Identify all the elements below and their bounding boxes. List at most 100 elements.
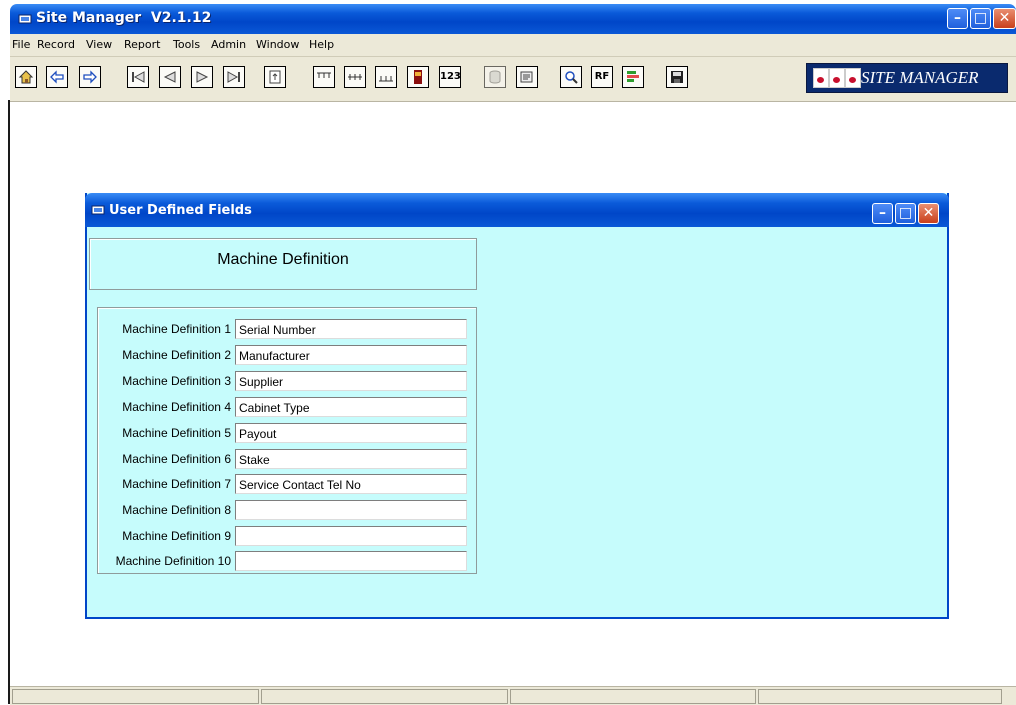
- app-title: Site Manager V2.1.12: [36, 10, 212, 26]
- app-title-bar[interactable]: Site Manager V2.1.12 – □ ✕: [10, 4, 1016, 34]
- menu-report[interactable]: Report: [124, 38, 160, 51]
- home-icon: [18, 70, 34, 84]
- forward-button[interactable]: [79, 66, 101, 88]
- save-icon: [671, 71, 683, 83]
- layout-top-icon: [317, 72, 331, 78]
- field-row: Machine Definition 4 Cabinet Type: [98, 397, 476, 417]
- home-button[interactable]: [15, 66, 37, 88]
- cabinet-button[interactable]: [407, 66, 429, 88]
- next-record-button[interactable]: [191, 66, 213, 88]
- first-record-button[interactable]: [127, 66, 149, 88]
- field-row: Machine Definition 2 Manufacturer: [98, 345, 476, 365]
- maximize-button[interactable]: □: [970, 8, 991, 29]
- field-label: Machine Definition 6: [122, 452, 231, 466]
- last-record-icon: [227, 71, 240, 83]
- status-panel: [758, 689, 1002, 704]
- machine-definition-5-input[interactable]: Payout: [235, 423, 467, 443]
- field-label: Machine Definition 8: [122, 503, 231, 517]
- close-button[interactable]: ✕: [993, 8, 1016, 29]
- next-record-icon: [196, 71, 209, 83]
- machine-definition-6-input[interactable]: Stake: [235, 449, 467, 469]
- app-icon: [18, 14, 32, 24]
- menu-admin[interactable]: Admin: [211, 38, 246, 51]
- field-label: Machine Definition 3: [122, 374, 231, 388]
- rf-button[interactable]: RF: [591, 66, 613, 88]
- document-button[interactable]: [264, 66, 286, 88]
- field-label: Machine Definition 10: [115, 554, 231, 568]
- menu-tools[interactable]: Tools: [173, 38, 200, 51]
- chart-icon: [627, 71, 639, 82]
- minimize-icon: –: [879, 205, 886, 221]
- field-row: Machine Definition 6 Stake: [98, 449, 476, 469]
- field-label: Machine Definition 4: [122, 400, 231, 414]
- numbers-button[interactable]: 123: [439, 66, 461, 88]
- layout-middle-icon: [348, 74, 362, 80]
- field-row: Machine Definition 10: [98, 551, 476, 571]
- child-minimize-button[interactable]: –: [872, 203, 893, 224]
- field-label: Machine Definition 7: [122, 477, 231, 491]
- site-manager-logo: SITE MANAGER: [806, 63, 1008, 93]
- field-label: Machine Definition 1: [122, 322, 231, 336]
- field-row: Machine Definition 1 Serial Number: [98, 319, 476, 339]
- field-label: Machine Definition 5: [122, 426, 231, 440]
- child-window-title: User Defined Fields: [109, 203, 252, 218]
- menu-help[interactable]: Help: [309, 38, 334, 51]
- chart-button[interactable]: [622, 66, 644, 88]
- close-icon: ✕: [998, 10, 1011, 26]
- logo-text: SITE MANAGER: [861, 68, 979, 87]
- cherry-icon: [829, 68, 845, 88]
- machine-definition-8-input[interactable]: [235, 500, 467, 520]
- machine-definition-1-input[interactable]: Serial Number: [235, 319, 467, 339]
- field-label: Machine Definition 9: [122, 529, 231, 543]
- maximize-icon: □: [898, 205, 913, 221]
- fields-panel: Machine Definition 1 Serial Number Machi…: [97, 307, 477, 574]
- child-maximize-button[interactable]: □: [895, 203, 916, 224]
- machine-definition-10-input[interactable]: [235, 551, 467, 571]
- child-title-bar[interactable]: User Defined Fields – □ ✕: [85, 193, 949, 227]
- machine-definition-7-input[interactable]: Service Contact Tel No: [235, 474, 467, 494]
- close-icon: ✕: [922, 205, 935, 221]
- machine-definition-9-input[interactable]: [235, 526, 467, 546]
- heading-panel: Machine Definition: [89, 238, 477, 290]
- maximize-icon: □: [973, 10, 988, 26]
- cherry-icon: [813, 68, 829, 88]
- last-record-button[interactable]: [223, 66, 245, 88]
- window-left-border: [8, 100, 10, 704]
- machine-definition-3-input[interactable]: Supplier: [235, 371, 467, 391]
- status-panel: [12, 689, 259, 704]
- database-icon: [489, 70, 501, 84]
- cherry-icon: [845, 68, 861, 88]
- first-record-icon: [132, 71, 145, 83]
- field-row: Machine Definition 8: [98, 500, 476, 520]
- back-button[interactable]: [46, 66, 68, 88]
- layout-middle-button[interactable]: [344, 66, 366, 88]
- status-panel: [510, 689, 756, 704]
- save-button[interactable]: [666, 66, 688, 88]
- back-arrow-icon: [50, 70, 64, 84]
- machine-definition-4-input[interactable]: Cabinet Type: [235, 397, 467, 417]
- menu-file[interactable]: File: [12, 38, 30, 51]
- menu-bar: File Record View Report Tools Admin Wind…: [10, 34, 1016, 57]
- field-row: Machine Definition 7 Service Contact Tel…: [98, 474, 476, 494]
- menu-view[interactable]: View: [86, 38, 112, 51]
- menu-window[interactable]: Window: [256, 38, 299, 51]
- field-row: Machine Definition 5 Payout: [98, 423, 476, 443]
- layout-bottom-icon: [379, 76, 393, 82]
- layout-bottom-button[interactable]: [375, 66, 397, 88]
- forward-arrow-icon: [83, 70, 97, 84]
- machine-definition-heading: Machine Definition: [217, 251, 349, 268]
- status-panel: [261, 689, 508, 704]
- minimize-button[interactable]: –: [947, 8, 968, 29]
- machine-definition-2-input[interactable]: Manufacturer: [235, 345, 467, 365]
- menu-record[interactable]: Record: [37, 38, 75, 51]
- child-close-button[interactable]: ✕: [918, 203, 939, 224]
- status-bar: [10, 686, 1016, 705]
- layout-top-button[interactable]: [313, 66, 335, 88]
- cabinet-icon: [414, 70, 422, 84]
- toolbar: 123 RF SITE MANAGER: [10, 57, 1016, 102]
- previous-record-button[interactable]: [159, 66, 181, 88]
- field-row: Machine Definition 9: [98, 526, 476, 546]
- search-button[interactable]: [560, 66, 582, 88]
- notes-button[interactable]: [516, 66, 538, 88]
- database-button[interactable]: [484, 66, 506, 88]
